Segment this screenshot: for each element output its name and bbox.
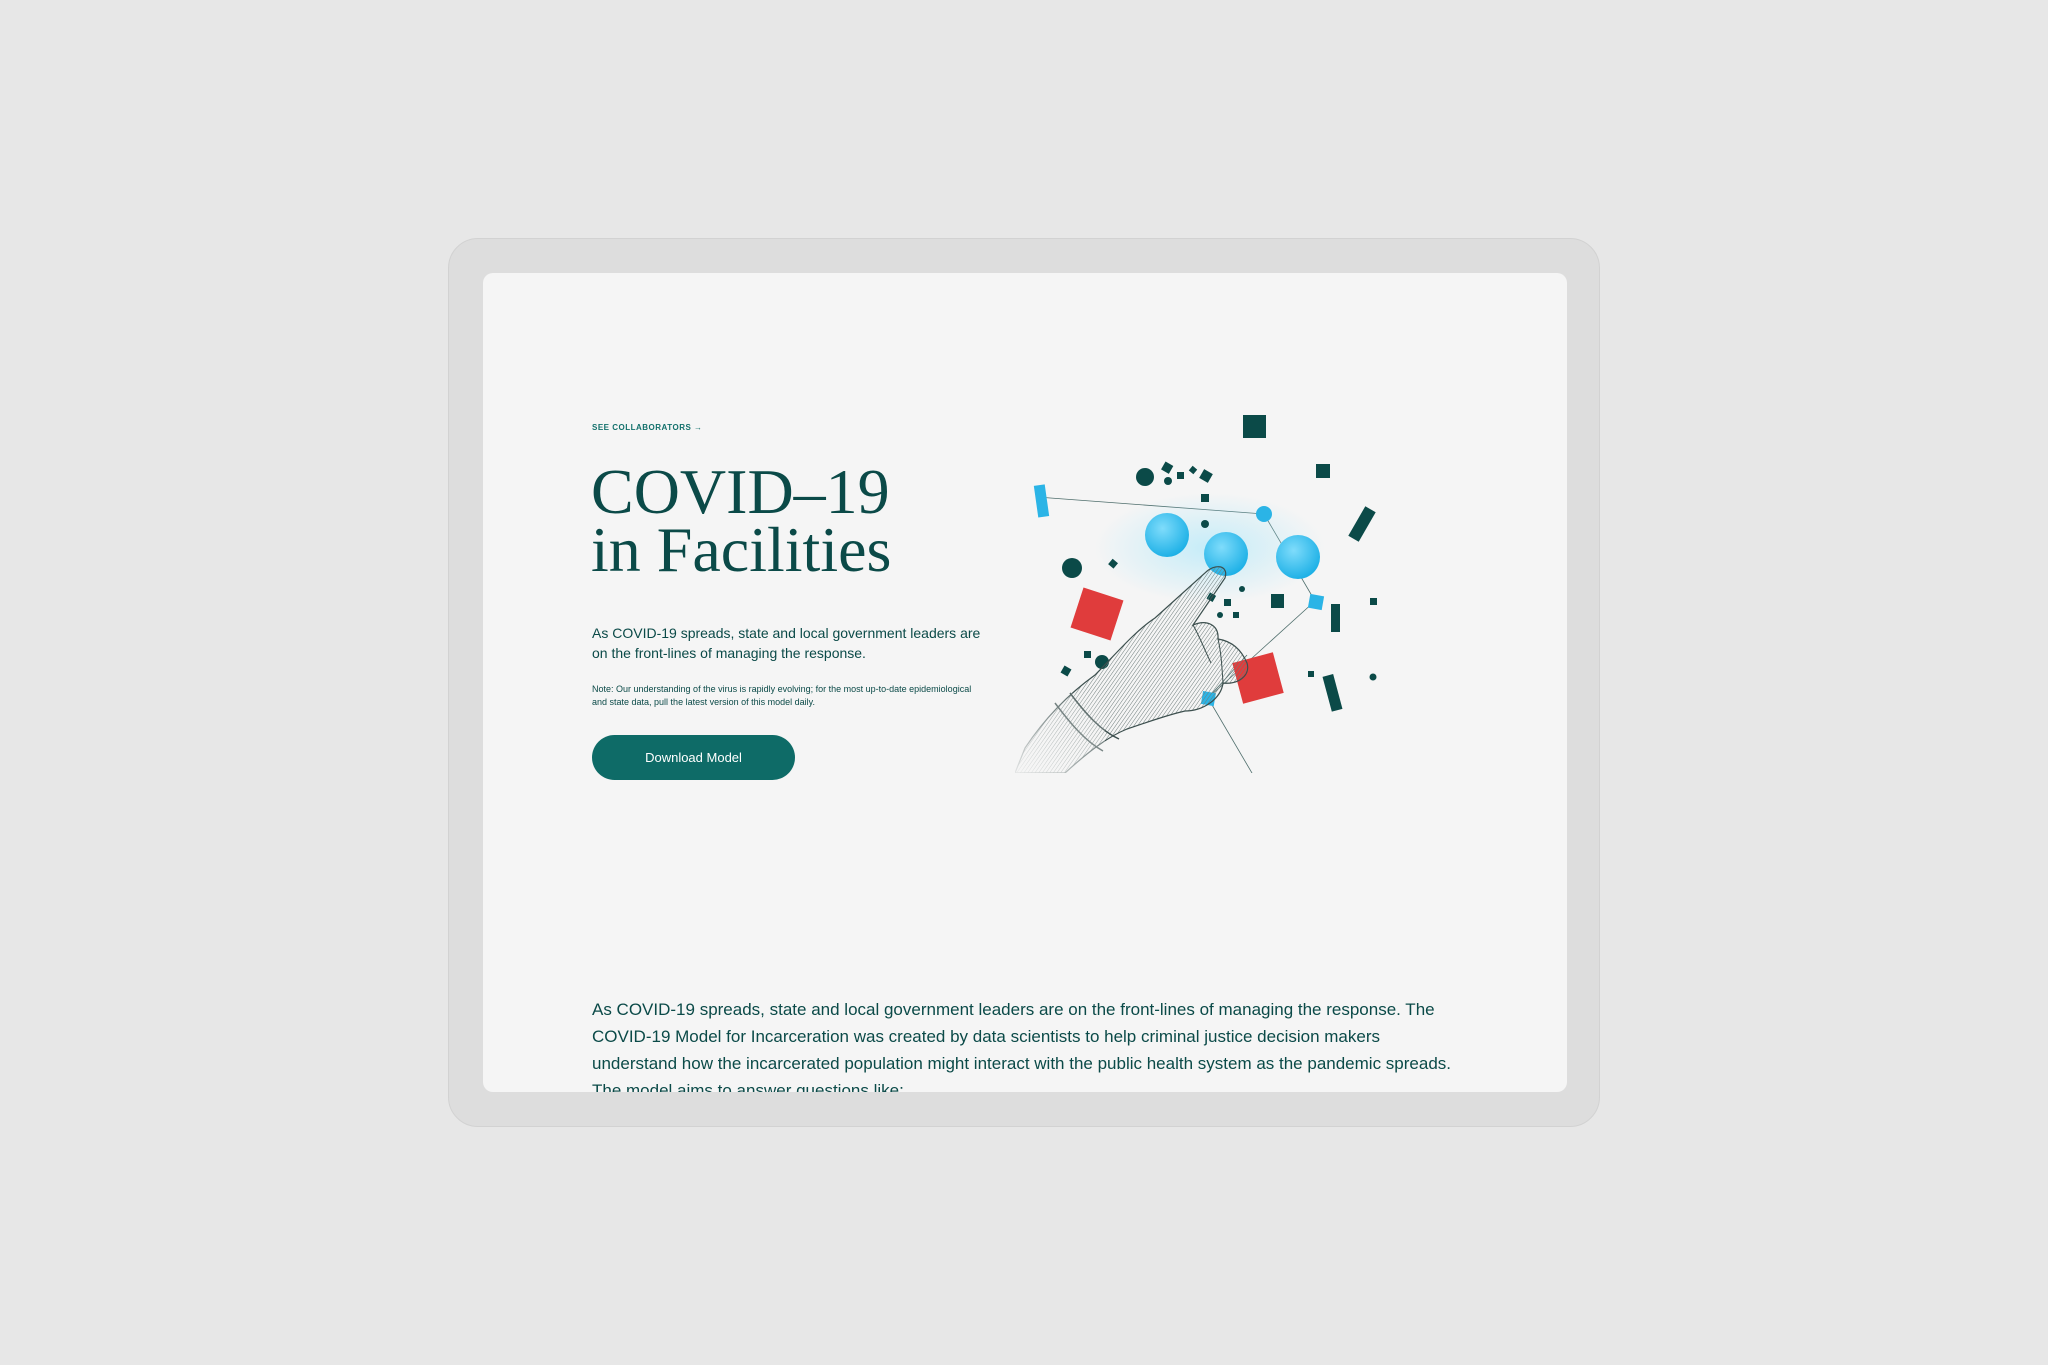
tablet-frame: SEE COLLABORATORS → COVID–19 in Faciliti… [448,238,1600,1127]
title-line-2: in Facilities [591,514,892,585]
see-collaborators-link[interactable]: SEE COLLABORATORS → [592,423,703,432]
lead-text: As COVID-19 spreads, state and local gov… [592,625,981,661]
note-text: Note: Our understanding of the virus is … [592,684,972,707]
intro-paragraph: As COVID-19 spreads, state and local gov… [592,1000,1451,1092]
download-model-button[interactable]: Download Model [592,735,795,780]
title-line-1: COVID–19 [591,456,890,527]
page-title: COVID–19 in Facilities [591,456,892,585]
hand-pointing-molecule-illustration [1015,415,1377,773]
screen: SEE COLLABORATORS → COVID–19 in Faciliti… [483,273,1567,1092]
